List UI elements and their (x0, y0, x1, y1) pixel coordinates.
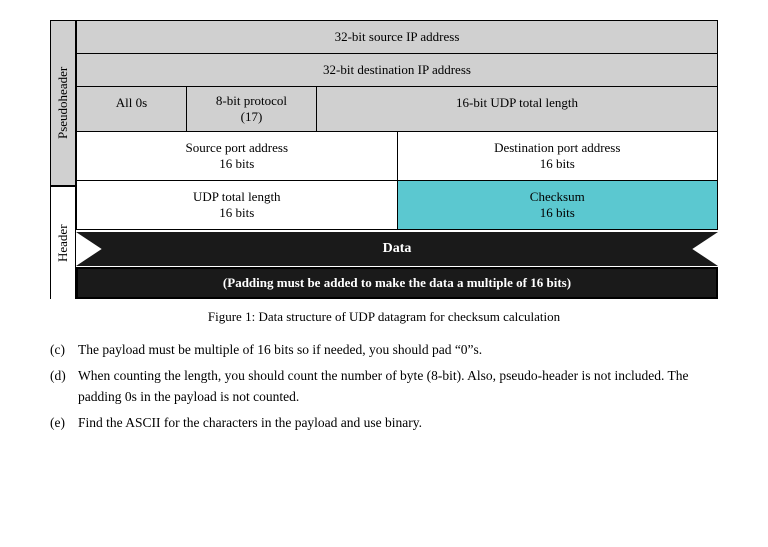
cell-protocol: 8-bit protocol (17) (187, 87, 317, 131)
diagram-rows: 32-bit source IP address 32-bit destinat… (76, 20, 718, 299)
row-source-ip: 32-bit source IP address (76, 20, 718, 53)
cell-udp-length: UDP total length 16 bits (77, 181, 398, 229)
note-d-label: (d) (50, 365, 78, 408)
cell-dst-port: Destination port address 16 bits (398, 132, 718, 180)
note-e-label: (e) (50, 412, 78, 434)
cell-checksum: Checksum 16 bits (398, 181, 718, 229)
note-e: (e) Find the ASCII for the characters in… (50, 412, 718, 434)
data-padding-note: (Padding must be added to make the data … (76, 267, 718, 299)
header-label: Header (50, 186, 76, 299)
note-e-text: Find the ASCII for the characters in the… (78, 412, 422, 434)
note-d-text: When counting the length, you should cou… (78, 365, 718, 408)
note-c-text: The payload must be multiple of 16 bits … (78, 339, 482, 361)
pseudoheader-label: Pseudoheader (50, 20, 76, 186)
notes-section: (c) The payload must be multiple of 16 b… (40, 339, 728, 433)
row-checksum: UDP total length 16 bits Checksum 16 bit… (76, 180, 718, 230)
cell-dest-ip: 32-bit destination IP address (77, 54, 717, 86)
note-c-label: (c) (50, 339, 78, 361)
data-arrow: Data (76, 232, 718, 266)
row-ports: Source port address 16 bits Destination … (76, 131, 718, 180)
data-arrow-row: Data (76, 232, 718, 266)
row-protocol: All 0s 8-bit protocol (17) 16-bit UDP to… (76, 86, 718, 131)
cell-src-port: Source port address 16 bits (77, 132, 398, 180)
note-c: (c) The payload must be multiple of 16 b… (50, 339, 718, 361)
diagram-wrapper: Pseudoheader Header 32-bit source IP add… (50, 20, 718, 299)
main-container: Pseudoheader Header 32-bit source IP add… (40, 20, 728, 433)
note-d: (d) When counting the length, you should… (50, 365, 718, 408)
cell-source-ip: 32-bit source IP address (77, 21, 717, 53)
cell-allzeros: All 0s (77, 87, 187, 131)
side-labels: Pseudoheader Header (50, 20, 76, 299)
cell-udp-total-len: 16-bit UDP total length (317, 87, 717, 131)
figure-caption: Figure 1: Data structure of UDP datagram… (40, 309, 728, 325)
row-dest-ip: 32-bit destination IP address (76, 53, 718, 86)
